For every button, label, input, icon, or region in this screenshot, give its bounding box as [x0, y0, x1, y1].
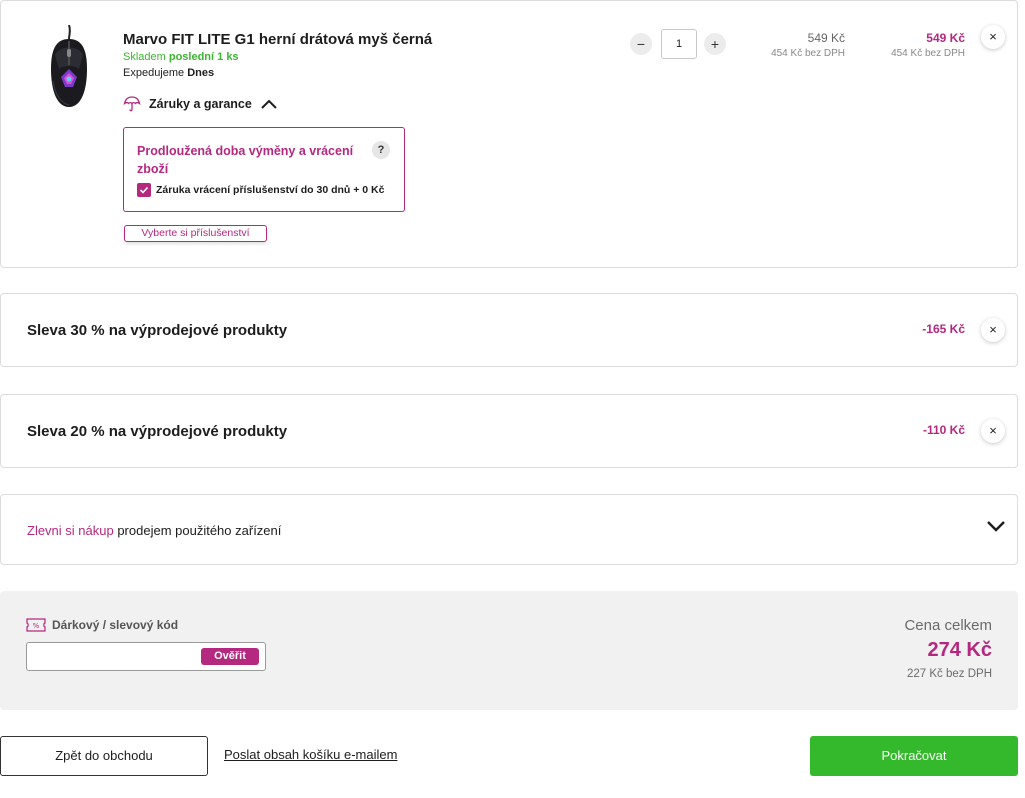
coupon-icon: % — [26, 618, 46, 632]
umbrella-icon — [123, 96, 141, 112]
cart-item-card: Marvo FIT LITE G1 herní drátová myš čern… — [0, 0, 1018, 268]
svg-text:%: % — [33, 622, 40, 630]
discount-row: Sleva 30 % na výprodejové produkty -165 … — [0, 293, 1018, 367]
chevron-up-icon — [261, 99, 277, 109]
warranty-option[interactable]: Záruka vrácení příslušenství do 30 dnů +… — [137, 183, 384, 197]
total-net-value: 227 Kč bez DPH — [906, 668, 992, 680]
remove-item-button[interactable]: × — [981, 25, 1005, 49]
stock-status: Skladem poslední 1 ks — [123, 51, 239, 63]
chevron-down-icon[interactable] — [986, 519, 1006, 533]
total-value: 274 Kč — [927, 639, 993, 661]
warranty-options-box: Prodloužená doba výměny a vrácení zboží … — [123, 127, 405, 212]
discount-row: Sleva 20 % na výprodejové produkty -110 … — [0, 394, 1018, 468]
help-icon[interactable]: ? — [372, 141, 390, 159]
choose-accessories-button[interactable]: Vyberte si příslušenství — [124, 225, 267, 242]
shipping-day: Dnes — [187, 67, 215, 79]
shipping-label: Expedujeme — [123, 67, 185, 79]
warranty-box-title: Prodloužená doba výměny a vrácení zboží — [137, 144, 354, 176]
discount-value: -110 Kč — [922, 423, 965, 437]
coupon-label: % Dárkový / slevový kód — [26, 617, 178, 633]
stock-count: poslední 1 ks — [168, 51, 239, 63]
total-label: Cena celkem — [904, 617, 992, 634]
discount-label: Sleva 20 % na výprodejové produkty — [27, 423, 288, 440]
quantity-input[interactable]: 1 — [661, 29, 697, 59]
remove-discount-button[interactable]: × — [981, 419, 1005, 443]
coupon-label-text: Dárkový / slevový kód — [52, 618, 179, 632]
unit-price: 549 Kč — [807, 31, 845, 45]
tradein-text: Zlevni si nákup prodejem použitého zaříz… — [27, 523, 281, 538]
quantity-increase-button[interactable]: + — [704, 33, 726, 55]
coupon-input[interactable]: Ověřit — [26, 642, 266, 671]
warranty-checkbox[interactable] — [137, 183, 151, 197]
discount-value: -165 Kč — [922, 322, 965, 336]
gaming-mouse-image[interactable] — [41, 24, 97, 113]
warranty-option-label: Záruka vrácení příslušenství do 30 dnů +… — [156, 184, 385, 196]
item-total-price: 549 Kč — [926, 31, 965, 45]
item-total-net: 454 Kč bez DPH — [891, 48, 965, 59]
verify-coupon-button[interactable]: Ověřit — [201, 648, 259, 665]
cart-summary: % Dárkový / slevový kód Ověřit Cena celk… — [0, 591, 1018, 710]
tradein-row[interactable]: Zlevni si nákup prodejem použitého zaříz… — [0, 494, 1018, 565]
unit-price-net: 454 Kč bez DPH — [771, 48, 845, 59]
tradein-link[interactable]: Zlevni si nákup — [27, 523, 114, 538]
warranty-toggle[interactable]: Záruky a garance — [123, 95, 278, 113]
email-cart-link[interactable]: Poslat obsah košíku e-mailem — [224, 747, 397, 762]
warranty-toggle-label: Záruky a garance — [149, 97, 252, 111]
product-name[interactable]: Marvo FIT LITE G1 herní drátová myš čern… — [123, 31, 432, 48]
remove-discount-button[interactable]: × — [981, 318, 1005, 342]
back-to-shop-button[interactable]: Zpět do obchodu — [0, 736, 208, 776]
discount-label: Sleva 30 % na výprodejové produkty — [27, 322, 288, 339]
quantity-decrease-button[interactable]: − — [630, 33, 652, 55]
checkmark-icon — [139, 186, 149, 194]
continue-button[interactable]: Pokračovat — [810, 736, 1018, 776]
stock-label: Skladem — [123, 51, 166, 63]
tradein-rest: prodejem použitého zařízení — [113, 523, 282, 538]
shipping-info: Expedujeme Dnes — [123, 67, 214, 79]
